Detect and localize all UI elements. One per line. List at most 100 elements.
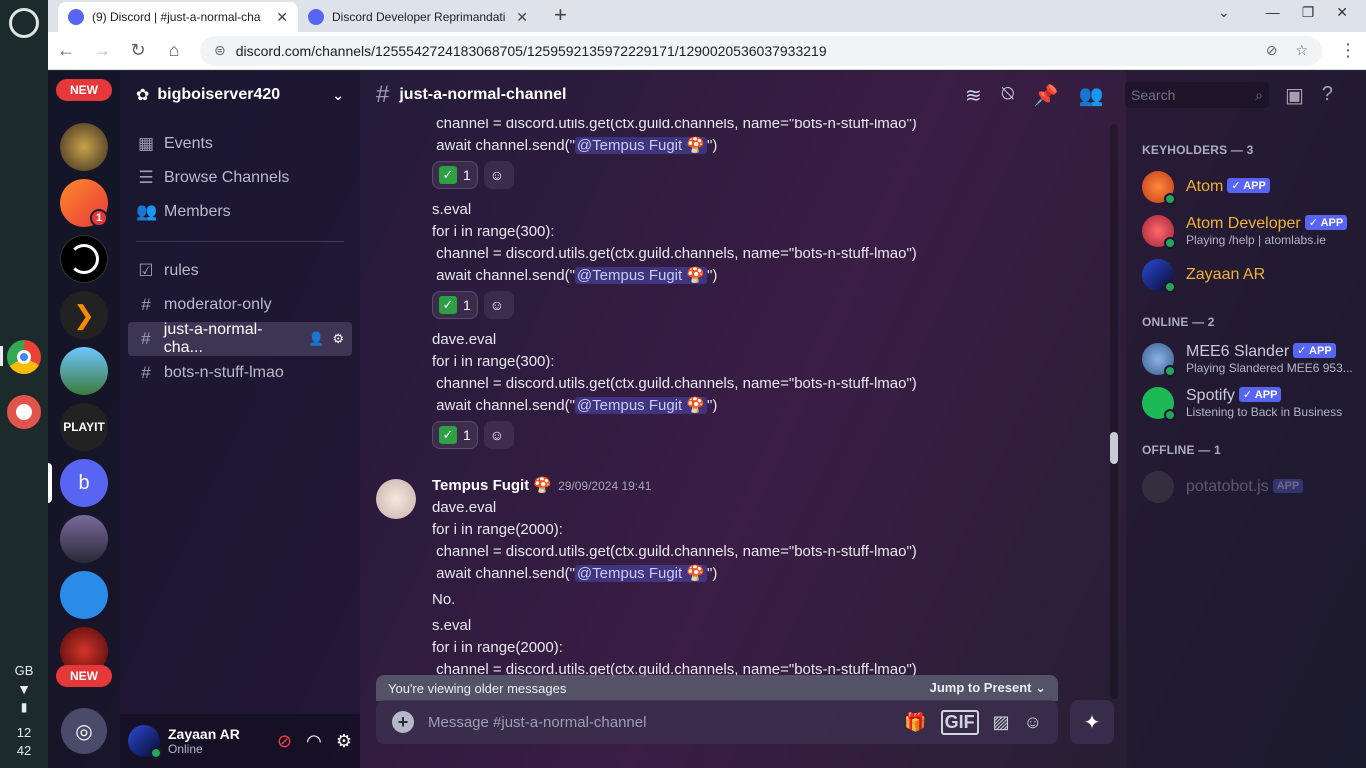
emoji-icon[interactable]: ☺ (1024, 712, 1042, 733)
maximize-icon[interactable]: ❐ (1302, 4, 1315, 21)
member-list: KEYHOLDERS — 3 Atom ✓ APP Atom Developer ✓… (1126, 71, 1366, 768)
message-input[interactable]: Message #just-a-normal-channel (428, 714, 890, 731)
message-line: await channel.send(" @Tempus Fugit 🍄 ") (436, 137, 718, 154)
bookmark-star-icon[interactable]: ☆ (1295, 42, 1308, 59)
member-atom[interactable]: Atom ✓ APP (1142, 165, 1358, 209)
app-badge: APP (1272, 479, 1304, 493)
channel-rules[interactable]: ☑ rules (128, 254, 352, 288)
launcher-icon[interactable] (9, 8, 39, 38)
item-label: Browse Channels (164, 169, 290, 186)
discover-icon[interactable]: ◎ (61, 708, 107, 754)
member-spotify[interactable]: Spotify ✓ APP Listening to Back in Busine… (1142, 381, 1358, 425)
user-mention[interactable]: @Tempus Fugit 🍄 (574, 267, 708, 284)
minimize-icon[interactable]: — (1266, 4, 1280, 21)
server-icon[interactable]: ❯ (60, 291, 108, 339)
server-icon[interactable] (60, 347, 108, 395)
invite-icon[interactable]: 👤 (308, 331, 324, 347)
add-reaction-button[interactable]: ☺ (483, 291, 514, 319)
new-pill[interactable]: NEW (56, 79, 112, 101)
user-mention[interactable]: @Tempus Fugit 🍄 (574, 565, 708, 582)
address-bar[interactable]: ⊜ discord.com/channels/12555427241830687… (200, 35, 1322, 66)
user-mention[interactable]: @Tempus Fugit 🍄 (574, 397, 708, 414)
events-item[interactable]: ▦ Events (128, 127, 352, 161)
gift-icon[interactable]: 🎁 (904, 712, 926, 733)
threads-icon[interactable]: ≋ (965, 83, 982, 108)
add-reaction-button[interactable]: ☺ (483, 161, 514, 189)
online-status-dot (1164, 365, 1176, 377)
member-zayaan-ar[interactable]: Zayaan AR (1142, 253, 1358, 297)
close-tab-icon[interactable]: ✕ (516, 9, 528, 26)
check-mark-icon: ✓ (439, 296, 457, 314)
server-icon[interactable] (60, 235, 108, 283)
avatar[interactable] (128, 725, 162, 759)
chat-scrollbar[interactable] (1110, 124, 1118, 699)
tab-developer[interactable]: Discord Developer Reprimandati ✕ (298, 2, 538, 32)
server-icon[interactable] (60, 515, 108, 563)
member-mee6-slander[interactable]: MEE6 Slander ✓ APP Playing Slandered MEE6… (1142, 337, 1358, 381)
toolbar: ← → ↻ ⌂ ⊜ discord.com/channels/125554272… (48, 32, 1366, 70)
gif-icon[interactable]: GIF (940, 709, 979, 735)
pin-icon[interactable]: 📌 (1034, 83, 1059, 108)
message-composer: + Message #just-a-normal-channel 🎁 GIF ▨… (376, 700, 1058, 744)
server-icon[interactable] (60, 123, 108, 171)
check-reaction[interactable]: ✓ 1 (432, 161, 478, 189)
members-item[interactable]: 👥 Members (128, 195, 352, 229)
user-name: Zayaan AR (168, 726, 240, 742)
member-activity: Playing /help | atomlabs.ie (1186, 233, 1326, 247)
check-reaction[interactable]: ✓ 1 (432, 291, 478, 319)
chrome-icon[interactable] (7, 340, 41, 374)
server-icon[interactable] (60, 571, 108, 619)
tab-title: Discord Developer Reprimandati (332, 10, 506, 24)
tab-discord[interactable]: (9) Discord | #just-a-normal-cha ✕ (58, 2, 298, 32)
server-icon[interactable]: b (60, 459, 108, 507)
check-reaction[interactable]: ✓ 1 (432, 421, 478, 449)
user-settings-gear-icon[interactable]: ⚙ (336, 731, 352, 752)
gear-icon[interactable]: ⚙ (332, 331, 344, 347)
forward-icon[interactable]: → (92, 40, 112, 61)
message-line: await channel.send(" @Tempus Fugit 🍄 ") (436, 565, 718, 582)
channel-moderator-only[interactable]: # moderator-only (128, 288, 352, 322)
close-window-icon[interactable]: ✕ (1336, 4, 1348, 21)
add-reaction-button[interactable]: ☺ (483, 421, 514, 449)
user-mention[interactable]: @Tempus Fugit 🍄 (574, 137, 708, 154)
new-tab-button[interactable]: + (554, 2, 567, 28)
wifi-icon: ▼ (17, 681, 31, 697)
notification-muted-icon[interactable]: ⍉ (1002, 83, 1014, 108)
server-icon[interactable]: PLAYIT (60, 403, 108, 451)
online-status-dot (1164, 281, 1176, 293)
author-name[interactable]: Tempus Fugit 🍄 (432, 477, 552, 494)
check-mark-icon: ✓ (439, 166, 457, 184)
menu-icon[interactable]: ⋮ (1338, 40, 1358, 61)
server-header[interactable]: ✿ bigboiserver420 ⌄ (120, 71, 360, 119)
author-avatar[interactable] (376, 479, 416, 519)
system-tray[interactable]: GB ▼ ▮ 12 42 (0, 662, 48, 760)
channel-just-a-normal-channel[interactable]: # just-a-normal-cha... 👤 ⚙ (128, 321, 352, 356)
eye-off-icon[interactable]: ⊘ (1266, 42, 1278, 59)
scrollbar-thumb[interactable] (1110, 432, 1118, 464)
headphones-icon[interactable]: ◠ (306, 731, 322, 752)
sticker-icon[interactable]: ▨ (993, 712, 1010, 733)
member-list-icon[interactable]: 👥 (1079, 83, 1104, 108)
close-tab-icon[interactable]: ✕ (276, 9, 288, 26)
message-line: dave.eval (432, 331, 497, 348)
browse-channels-item[interactable]: ☰ Browse Channels (128, 161, 352, 195)
hash-icon: # (141, 295, 151, 314)
home-icon[interactable]: ⌂ (164, 40, 184, 61)
palette-icon[interactable] (7, 395, 41, 429)
new-pill[interactable]: NEW (56, 665, 112, 687)
battery-icon: ▮ (20, 700, 28, 714)
tab-search-icon[interactable]: ⌄ (1218, 4, 1230, 21)
site-info-icon[interactable]: ⊜ (214, 42, 226, 59)
chevron-down-icon: ⌄ (332, 86, 344, 103)
chrome-center-icon (17, 350, 31, 364)
mic-muted-icon[interactable]: ⊘ (277, 731, 292, 752)
channel-bots-n-stuff-lmao[interactable]: # bots-n-stuff-lmao (128, 356, 352, 390)
jump-to-present-button[interactable]: Jump to Present ⌄ (930, 680, 1046, 696)
apps-button[interactable]: ✦ (1070, 700, 1114, 744)
upload-plus-icon[interactable]: + (392, 711, 414, 733)
reload-icon[interactable]: ↻ (128, 40, 148, 61)
member-atom-developer[interactable]: Atom Developer ✓ APP Playing /help | atom… (1142, 209, 1358, 253)
reactions: ✓ 1 ☺ (432, 161, 514, 189)
back-icon[interactable]: ← (56, 40, 76, 61)
member-potatobot[interactable]: potatobot.js APP (1142, 465, 1358, 509)
